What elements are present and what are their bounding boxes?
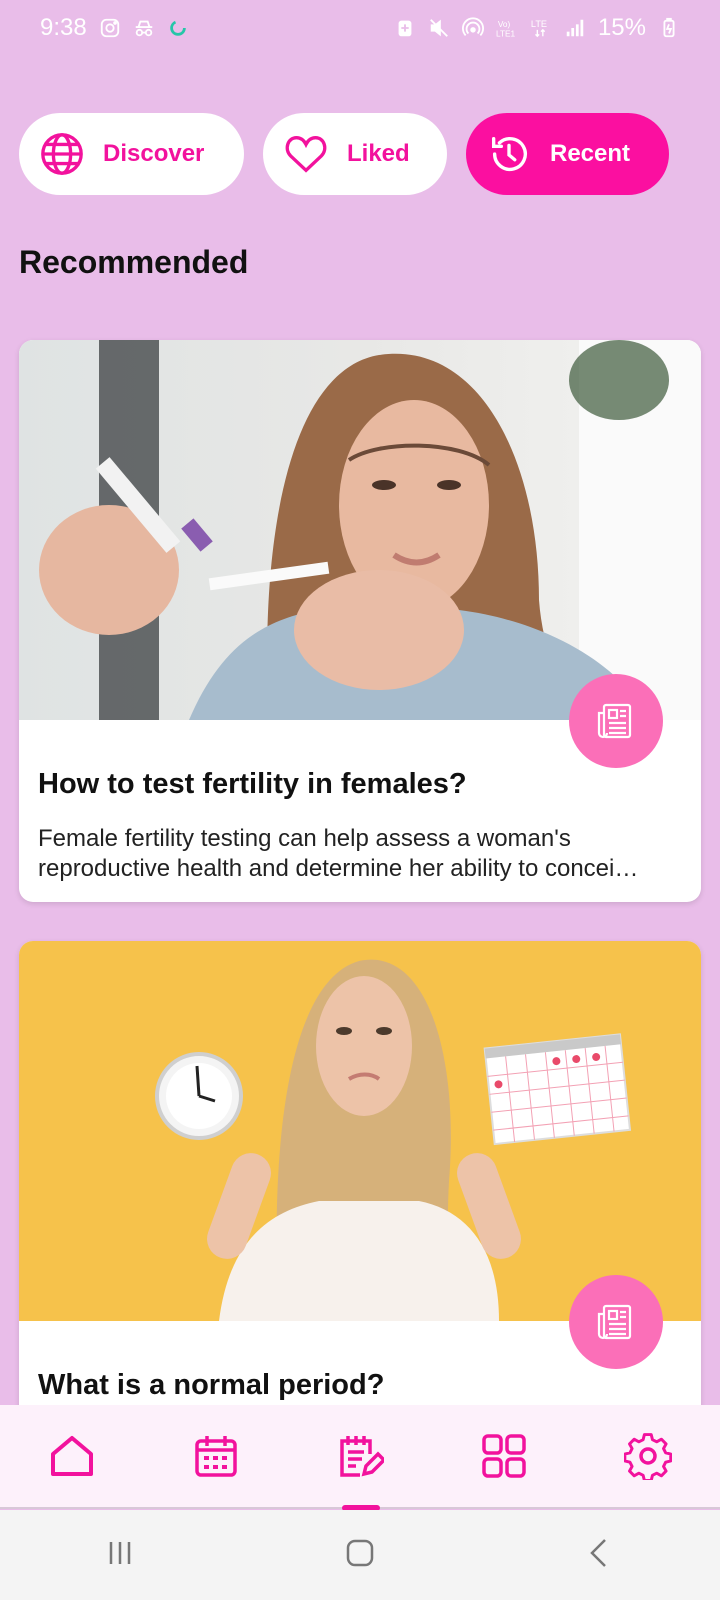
recents-icon bbox=[109, 1541, 131, 1564]
battery-percent: 15% bbox=[597, 14, 646, 41]
status-time: 9:38 bbox=[40, 14, 87, 41]
mute-icon bbox=[428, 17, 450, 39]
volte-icon: Vo) LTE1 bbox=[496, 17, 518, 39]
notes-icon bbox=[340, 1436, 384, 1477]
discover-chip[interactable]: Discover bbox=[19, 113, 244, 195]
nav-home[interactable] bbox=[42, 1426, 102, 1486]
battery-icon bbox=[658, 17, 680, 39]
article-description: Female fertility testing can help assess… bbox=[38, 825, 639, 882]
status-bar-right: Vo) LTE1 LTE 15% bbox=[394, 14, 680, 42]
home-square-icon bbox=[346, 1539, 374, 1566]
svg-text:Vo): Vo) bbox=[498, 20, 511, 29]
nav-articles[interactable] bbox=[330, 1426, 390, 1486]
article-title: How to test fertility in females? bbox=[38, 768, 467, 800]
article-title: What is a normal period? bbox=[38, 1369, 385, 1401]
status-bar-left: 9:38 bbox=[40, 14, 189, 42]
article-icon bbox=[597, 703, 632, 739]
liked-label: Liked bbox=[347, 140, 410, 167]
system-navigation-bar bbox=[0, 1510, 720, 1600]
home-icon bbox=[51, 1436, 93, 1476]
home-system-button[interactable] bbox=[342, 1535, 378, 1576]
incognito-icon bbox=[133, 17, 155, 39]
article-icon bbox=[597, 1304, 632, 1340]
signal-icon bbox=[564, 17, 586, 39]
globe-icon bbox=[41, 133, 83, 175]
discover-label: Discover bbox=[103, 140, 205, 167]
hotspot-icon bbox=[461, 17, 484, 39]
battery-saver-icon bbox=[394, 17, 416, 39]
recent-chip[interactable]: Recent bbox=[466, 113, 669, 195]
recent-label: Recent bbox=[550, 140, 631, 167]
bottom-navigation bbox=[0, 1405, 720, 1509]
nav-calendar[interactable] bbox=[186, 1426, 246, 1486]
gear-icon bbox=[624, 1433, 672, 1480]
section-title: Recommended bbox=[19, 244, 249, 280]
article-badge-button[interactable] bbox=[569, 1275, 663, 1369]
liked-chip[interactable]: Liked bbox=[263, 113, 447, 195]
article-card[interactable]: How to test fertility in females? Female… bbox=[19, 340, 701, 902]
calendar-icon bbox=[195, 1436, 237, 1477]
nav-apps[interactable] bbox=[474, 1426, 534, 1486]
instagram-icon bbox=[99, 17, 121, 39]
article-card[interactable]: What is a normal period? bbox=[19, 941, 701, 1461]
svg-text:LTE1: LTE1 bbox=[496, 29, 516, 38]
svg-text:LTE: LTE bbox=[531, 19, 547, 29]
back-button[interactable] bbox=[582, 1535, 618, 1576]
article-badge-button[interactable] bbox=[569, 674, 663, 768]
article-image bbox=[19, 941, 701, 1321]
grid-icon bbox=[482, 1434, 526, 1478]
nav-settings[interactable] bbox=[618, 1426, 678, 1486]
recents-button[interactable] bbox=[102, 1535, 138, 1576]
back-icon bbox=[590, 1538, 606, 1567]
heart-icon bbox=[285, 136, 327, 173]
history-icon bbox=[491, 136, 527, 171]
article-image bbox=[19, 340, 701, 720]
sync-icon bbox=[167, 17, 189, 39]
filter-chips: Discover Liked Recent bbox=[19, 113, 669, 195]
lte-icon: LTE bbox=[530, 17, 552, 39]
status-bar: 9:38 Vo) LTE1 LTE 15% bbox=[0, 0, 720, 56]
